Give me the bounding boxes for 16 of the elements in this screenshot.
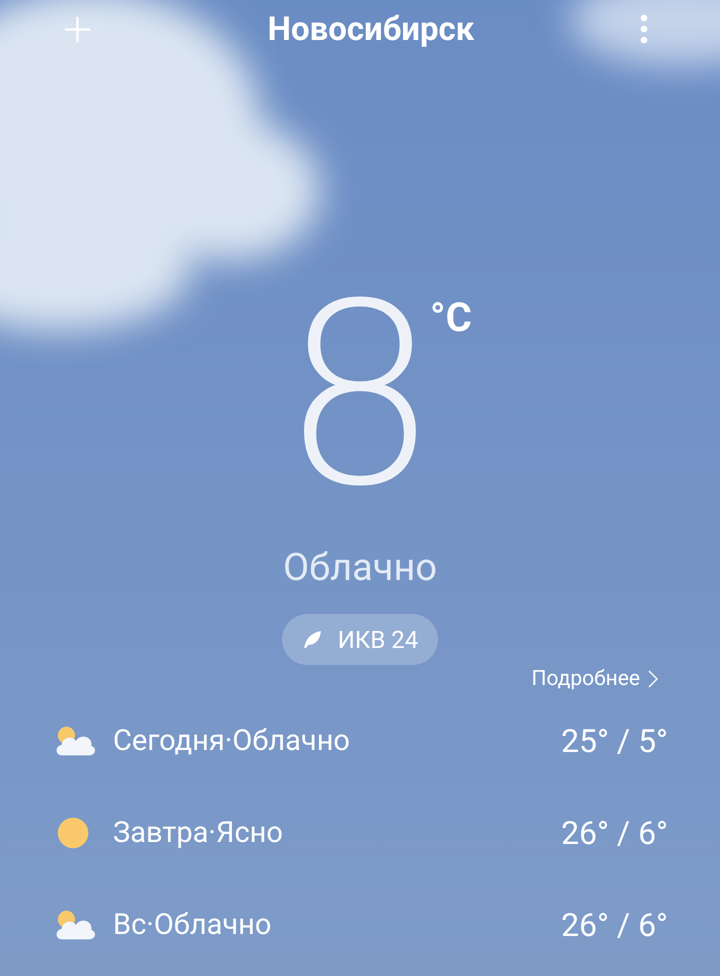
details-link[interactable]: Подробнее xyxy=(532,667,658,691)
temperature-range: 26° / 6° xyxy=(561,906,668,944)
city-title: Новосибирск xyxy=(268,10,474,48)
partly-cloudy-icon xyxy=(54,724,96,758)
forecast-day: Сегодня·Облачно xyxy=(113,724,562,758)
temperature-range: 25° / 5° xyxy=(561,722,668,760)
leaf-icon xyxy=(302,630,322,650)
weather-condition: Облачно xyxy=(282,546,438,590)
temperature-range: 26° / 6° xyxy=(561,814,668,852)
chevron-right-icon xyxy=(648,669,658,689)
forecast-day: Завтра·Ясно xyxy=(113,816,562,850)
forecast-day: Вс·Облачно xyxy=(113,908,562,942)
add-icon[interactable] xyxy=(63,14,92,44)
more-menu-icon[interactable] xyxy=(640,14,648,44)
air-quality-button[interactable]: ИКВ 24 xyxy=(282,614,438,665)
partly-cloudy-icon xyxy=(54,908,96,942)
